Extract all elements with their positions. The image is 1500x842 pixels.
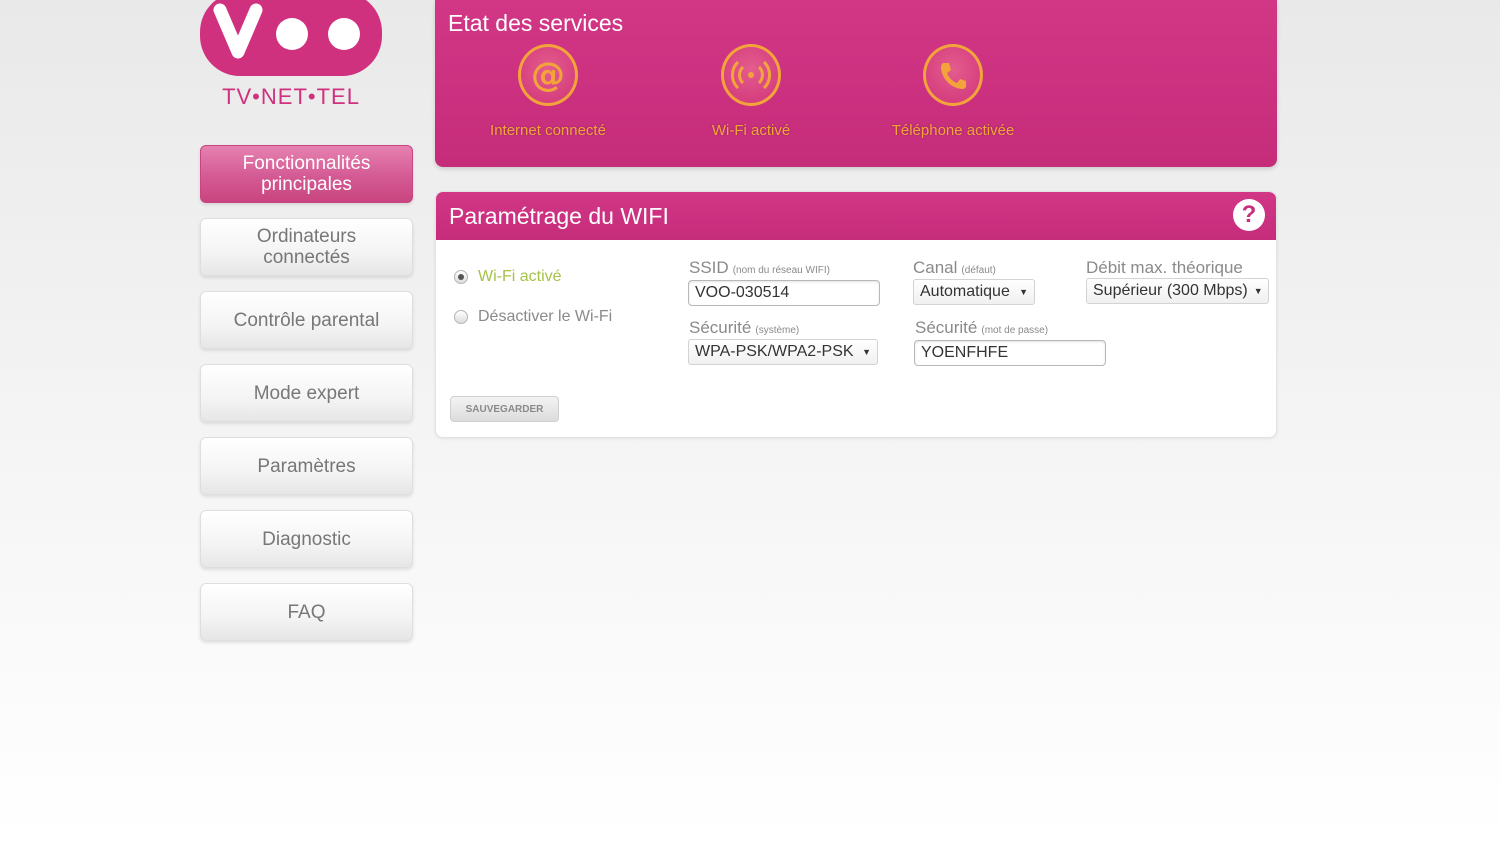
password-hint: (mot de passe): [981, 325, 1049, 336]
logo-tagline: TV•NET•TEL: [222, 84, 360, 109]
wifi-disable-label: Désactiver le Wi-Fi: [478, 308, 613, 325]
sidebar-item-diagnostic[interactable]: Diagnostic: [200, 510, 413, 568]
max-rate-label: Débit max. théorique: [1086, 258, 1243, 277]
sidebar-item-connected-computers[interactable]: Ordinateurs connectés: [200, 218, 413, 276]
wifi-settings-panel: Paramétrage du WIFI ? Wi-Fi activé Désac…: [435, 191, 1277, 438]
security-system-label: Sécurité (système): [689, 318, 799, 338]
help-icon[interactable]: ?: [1233, 199, 1265, 231]
voo-logo: TV•NET•TEL: [200, 0, 382, 112]
security-system-value: WPA-PSK/WPA2-PSK: [695, 343, 854, 360]
dropdown-arrow-icon: ▼: [1019, 287, 1028, 297]
channel-label-text: Canal: [913, 258, 958, 277]
sidebar-item-label: Contrôle parental: [233, 309, 380, 331]
sidebar-item-expert-mode[interactable]: Mode expert: [200, 364, 413, 422]
at-sign-icon: @: [518, 44, 578, 106]
sidebar-item-label: Ordinateurs connectés: [256, 226, 357, 268]
ssid-label-text: SSID: [689, 258, 729, 277]
sidebar-item-label: Mode expert: [253, 382, 360, 404]
channel-label: Canal (défaut): [913, 258, 996, 278]
channel-value: Automatique: [920, 283, 1010, 300]
ssid-hint: (nom du réseau WIFI): [732, 265, 830, 276]
ssid-label: SSID (nom du réseau WIFI): [689, 258, 830, 278]
dropdown-arrow-icon: ▼: [862, 347, 871, 357]
services-panel-title: Etat des services: [448, 10, 624, 36]
svg-text:@: @: [531, 55, 565, 95]
channel-select[interactable]: Automatique ▼: [913, 279, 1035, 305]
password-label: Sécurité (mot de passe): [915, 318, 1048, 338]
service-internet-label: Internet connecté: [490, 122, 606, 139]
wifi-disable-radio[interactable]: [454, 310, 468, 324]
sidebar-item-label: FAQ: [287, 601, 326, 623]
wifi-enable-radio[interactable]: [454, 270, 468, 284]
sidebar-item-label: Paramètres: [257, 455, 356, 477]
sidebar-item-settings[interactable]: Paramètres: [200, 437, 413, 495]
services-status-panel: Etat des services @ Internet connecté Wi…: [435, 0, 1277, 167]
ssid-input[interactable]: [688, 280, 880, 306]
wifi-panel-header: Paramétrage du WIFI ?: [436, 192, 1276, 240]
password-input[interactable]: [914, 340, 1106, 366]
service-phone-label: Téléphone activée: [891, 122, 1015, 139]
wifi-panel-title: Paramétrage du WIFI: [449, 203, 669, 229]
dropdown-arrow-icon: ▼: [1253, 286, 1263, 296]
service-internet: @ Internet connecté: [453, 44, 643, 139]
wifi-disable-option[interactable]: Désactiver le Wi-Fi: [454, 308, 612, 326]
security-system-select[interactable]: WPA-PSK/WPA2-PSK ▼: [688, 339, 878, 365]
voo-logo-mark: [200, 0, 382, 76]
service-wifi-label: Wi-Fi activé: [711, 122, 791, 139]
max-rate-value: Supérieur (300 Mbps): [1093, 282, 1248, 299]
sidebar-item-parental-control[interactable]: Contrôle parental: [200, 291, 413, 349]
sidebar-item-label: Fonctionnalités principales: [242, 153, 371, 195]
service-phone: Téléphone activée: [858, 44, 1048, 139]
sidebar-item-faq[interactable]: FAQ: [200, 583, 413, 641]
wifi-signal-icon: [721, 44, 781, 106]
service-wifi: Wi-Fi activé: [656, 44, 846, 139]
wifi-enable-label: Wi-Fi activé: [478, 268, 562, 285]
security-system-label-text: Sécurité: [689, 318, 752, 337]
password-label-text: Sécurité: [915, 318, 978, 337]
security-system-hint: (système): [755, 325, 800, 336]
max-rate-select[interactable]: Supérieur (300 Mbps) ▼: [1086, 278, 1269, 304]
save-button[interactable]: SAUVEGARDER: [450, 396, 559, 422]
sidebar-item-label: Diagnostic: [262, 528, 351, 550]
wifi-enable-option[interactable]: Wi-Fi activé: [454, 268, 562, 286]
phone-icon: [923, 44, 983, 106]
channel-hint: (défaut): [961, 265, 996, 276]
sidebar-item-main-features[interactable]: Fonctionnalités principales: [200, 145, 413, 203]
